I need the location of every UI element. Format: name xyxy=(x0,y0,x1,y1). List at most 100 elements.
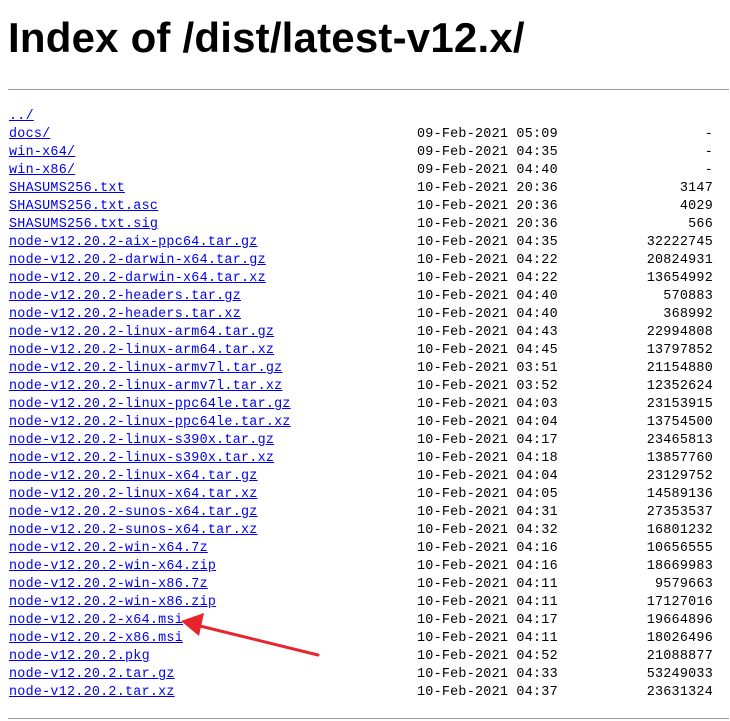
file-row: node-v12.20.2.tar.gz 10-Feb-2021 04:33 532… xyxy=(0,666,730,684)
file-link[interactable]: node-v12.20.2-win-x64.zip xyxy=(9,558,216,576)
file-row: node-v12.20.2-win-x64.7z 10-Feb-2021 04:1… xyxy=(0,540,730,558)
file-row: node-v12.20.2-linux-s390x.tar.xz 10-Feb-2… xyxy=(0,450,730,468)
file-link[interactable]: node-v12.20.2-linux-ppc64le.tar.gz xyxy=(9,396,291,414)
file-size: 570883 xyxy=(663,289,713,304)
file-row: ../ xyxy=(0,108,730,126)
file-date: 10-Feb-2021 04:33 xyxy=(417,667,558,682)
file-size: 12352624 xyxy=(646,379,713,394)
file-row: SHASUMS256.txt.sig 10-Feb-2021 20:36 566 xyxy=(0,216,730,234)
file-size: 4029 xyxy=(679,199,713,214)
file-link[interactable]: node-v12.20.2-linux-x64.tar.gz xyxy=(9,468,258,486)
file-link[interactable]: node-v12.20.2-headers.tar.gz xyxy=(9,288,241,306)
file-link[interactable]: node-v12.20.2-linux-arm64.tar.xz xyxy=(9,342,274,360)
file-link[interactable]: node-v12.20.2-x86.msi xyxy=(9,630,183,648)
file-size: 21088877 xyxy=(646,649,713,664)
file-size: 23129752 xyxy=(646,469,713,484)
file-link[interactable]: win-x64/ xyxy=(9,144,75,162)
file-row: win-x64/09-Feb-2021 04:35 - xyxy=(0,144,730,162)
file-row: node-v12.20.2-headers.tar.gz 10-Feb-2021 … xyxy=(0,288,730,306)
file-row: node-v12.20.2-linux-armv7l.tar.xz 10-Feb-… xyxy=(0,378,730,396)
file-row: docs/09-Feb-2021 05:09 - xyxy=(0,126,730,144)
file-link[interactable]: node-v12.20.2-darwin-x64.tar.xz xyxy=(9,270,266,288)
file-row: node-v12.20.2-linux-s390x.tar.gz 10-Feb-2… xyxy=(0,432,730,450)
file-link[interactable]: node-v12.20.2.tar.xz xyxy=(9,684,175,702)
file-link[interactable]: node-v12.20.2-sunos-x64.tar.xz xyxy=(9,522,258,540)
file-link[interactable]: node-v12.20.2-win-x86.zip xyxy=(9,594,216,612)
file-size: - xyxy=(704,127,713,142)
file-row: node-v12.20.2-linux-armv7l.tar.gz 10-Feb-… xyxy=(0,360,730,378)
file-row: SHASUMS256.txt.asc 10-Feb-2021 20:36 4029 xyxy=(0,198,730,216)
file-row: node-v12.20.2-sunos-x64.tar.gz 10-Feb-202… xyxy=(0,504,730,522)
file-date: 09-Feb-2021 05:09 xyxy=(417,127,558,142)
file-size: 27353537 xyxy=(646,505,713,520)
file-link[interactable]: SHASUMS256.txt xyxy=(9,180,125,198)
file-link[interactable]: node-v12.20.2.tar.gz xyxy=(9,666,175,684)
file-row: node-v12.20.2-linux-arm64.tar.xz 10-Feb-2… xyxy=(0,342,730,360)
file-date: 10-Feb-2021 04:17 xyxy=(417,433,558,448)
file-date: 10-Feb-2021 04:05 xyxy=(417,487,558,502)
file-date: 10-Feb-2021 04:35 xyxy=(417,235,558,250)
file-date: 10-Feb-2021 04:16 xyxy=(417,541,558,556)
file-row: node-v12.20.2-win-x86.zip 10-Feb-2021 04:… xyxy=(0,594,730,612)
file-row: win-x86/09-Feb-2021 04:40 - xyxy=(0,162,730,180)
file-listing: ../docs/09-Feb-2021 05:09 - win-x64/09-Feb… xyxy=(0,108,730,702)
file-row: node-v12.20.2.tar.xz 10-Feb-2021 04:37 236… xyxy=(0,684,730,702)
file-date: 10-Feb-2021 04:45 xyxy=(417,343,558,358)
file-date: 10-Feb-2021 04:22 xyxy=(417,253,558,268)
file-row: node-v12.20.2-linux-arm64.tar.gz 10-Feb-2… xyxy=(0,324,730,342)
file-link[interactable]: node-v12.20.2-linux-ppc64le.tar.xz xyxy=(9,414,291,432)
file-date: 10-Feb-2021 04:11 xyxy=(417,631,558,646)
file-date: 10-Feb-2021 20:36 xyxy=(417,181,558,196)
file-link[interactable]: node-v12.20.2-linux-armv7l.tar.gz xyxy=(9,360,282,378)
file-row: node-v12.20.2-linux-x64.tar.xz 10-Feb-202… xyxy=(0,486,730,504)
file-row: node-v12.20.2-darwin-x64.tar.gz 10-Feb-20… xyxy=(0,252,730,270)
file-date: 10-Feb-2021 03:52 xyxy=(417,379,558,394)
file-link[interactable]: docs/ xyxy=(9,126,50,144)
file-link[interactable]: SHASUMS256.txt.sig xyxy=(9,216,158,234)
file-row: node-v12.20.2-aix-ppc64.tar.gz 10-Feb-202… xyxy=(0,234,730,252)
file-size: 23153915 xyxy=(646,397,713,412)
file-link[interactable]: node-v12.20.2-headers.tar.xz xyxy=(9,306,241,324)
file-size: 566 xyxy=(688,217,713,232)
file-size: 368992 xyxy=(663,307,713,322)
file-link[interactable]: node-v12.20.2-linux-armv7l.tar.xz xyxy=(9,378,282,396)
bottom-divider xyxy=(8,718,729,719)
file-link[interactable]: node-v12.20.2-linux-arm64.tar.gz xyxy=(9,324,274,342)
file-size: 13754500 xyxy=(646,415,713,430)
file-link[interactable]: node-v12.20.2-linux-x64.tar.xz xyxy=(9,486,258,504)
file-row: node-v12.20.2-x64.msi 10-Feb-2021 04:17 19… xyxy=(0,612,730,630)
file-row: node-v12.20.2-sunos-x64.tar.xz 10-Feb-202… xyxy=(0,522,730,540)
file-link[interactable]: node-v12.20.2-sunos-x64.tar.gz xyxy=(9,504,258,522)
file-link[interactable]: node-v12.20.2-x64.msi xyxy=(9,612,183,630)
file-date: 10-Feb-2021 04:11 xyxy=(417,577,558,592)
file-date: 10-Feb-2021 04:22 xyxy=(417,271,558,286)
file-link[interactable]: node-v12.20.2-linux-s390x.tar.xz xyxy=(9,450,274,468)
file-row: node-v12.20.2-linux-ppc64le.tar.xz 10-Feb… xyxy=(0,414,730,432)
file-size: 20824931 xyxy=(646,253,713,268)
file-link[interactable]: win-x86/ xyxy=(9,162,75,180)
file-link[interactable]: node-v12.20.2.pkg xyxy=(9,648,150,666)
file-link[interactable]: ../ xyxy=(9,108,34,126)
file-date: 09-Feb-2021 04:35 xyxy=(417,145,558,160)
file-date: 10-Feb-2021 04:04 xyxy=(417,469,558,484)
file-date: 10-Feb-2021 04:18 xyxy=(417,451,558,466)
file-size: 22994808 xyxy=(646,325,713,340)
file-link[interactable]: node-v12.20.2-darwin-x64.tar.gz xyxy=(9,252,266,270)
file-size: 14589136 xyxy=(646,487,713,502)
file-size: 19664896 xyxy=(646,613,713,628)
file-size: 32222745 xyxy=(646,235,713,250)
file-row: node-v12.20.2-headers.tar.xz 10-Feb-2021 … xyxy=(0,306,730,324)
file-row: node-v12.20.2-win-x64.zip 10-Feb-2021 04:… xyxy=(0,558,730,576)
file-link[interactable]: node-v12.20.2-win-x86.7z xyxy=(9,576,208,594)
file-link[interactable]: node-v12.20.2-linux-s390x.tar.gz xyxy=(9,432,274,450)
file-date: 10-Feb-2021 04:40 xyxy=(417,289,558,304)
file-link[interactable]: node-v12.20.2-aix-ppc64.tar.gz xyxy=(9,234,258,252)
file-row: node-v12.20.2-linux-ppc64le.tar.gz 10-Feb… xyxy=(0,396,730,414)
file-size: 9579663 xyxy=(655,577,713,592)
file-date: 10-Feb-2021 04:16 xyxy=(417,559,558,574)
file-size: 17127016 xyxy=(646,595,713,610)
file-link[interactable]: node-v12.20.2-win-x64.7z xyxy=(9,540,208,558)
file-date: 10-Feb-2021 03:51 xyxy=(417,361,558,376)
file-link[interactable]: SHASUMS256.txt.asc xyxy=(9,198,158,216)
file-date: 10-Feb-2021 04:31 xyxy=(417,505,558,520)
